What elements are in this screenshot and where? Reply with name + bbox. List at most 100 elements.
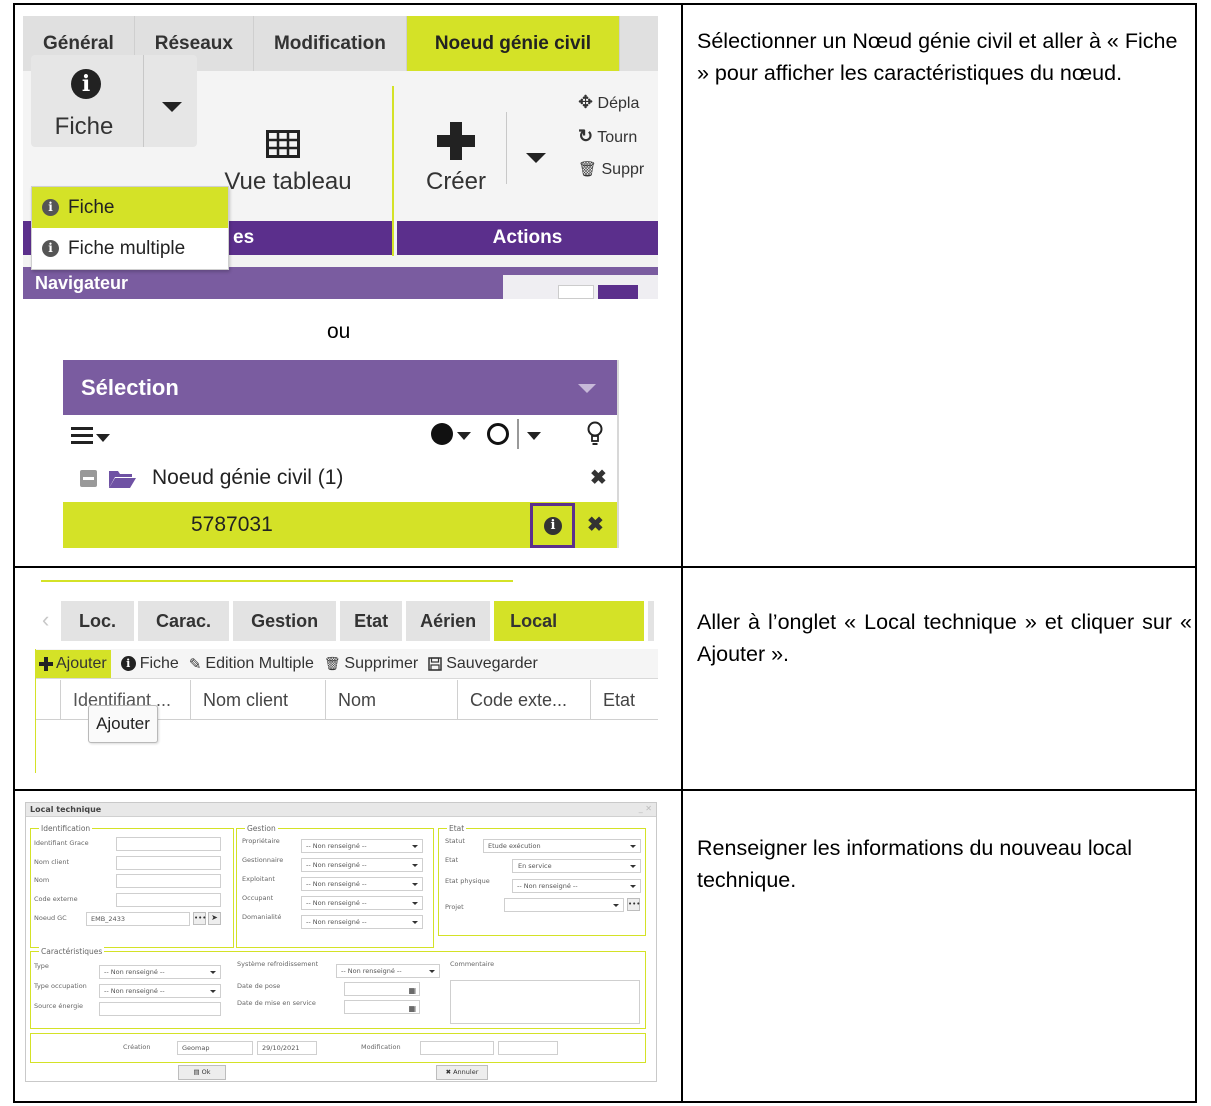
domanialite-select[interactable]: -- Non renseigné -- xyxy=(301,915,423,929)
gestionnaire-label: Gestionnaire xyxy=(242,856,284,864)
sauvegarder-button[interactable]: Sauvegarder xyxy=(428,655,538,673)
left-border xyxy=(35,649,36,773)
chevron-down-icon[interactable] xyxy=(96,434,110,442)
window-controls[interactable]: _ ✕ xyxy=(639,804,652,813)
tab-more[interactable] xyxy=(648,601,654,641)
creation-date-input[interactable]: 29/10/2021 xyxy=(257,1041,317,1055)
gestionnaire-select[interactable]: -- Non renseigné -- xyxy=(301,858,423,872)
delete-action[interactable]: 🗑 Suppr xyxy=(578,154,644,186)
column-code-externe[interactable]: Code exte... xyxy=(457,680,587,720)
chevron-left-icon[interactable]: ‹ xyxy=(42,607,49,633)
chevron-down-icon[interactable] xyxy=(527,432,541,440)
chevron-down-icon xyxy=(630,865,636,868)
pointer-icon[interactable]: ➤ xyxy=(208,912,221,925)
proprietaire-label: Propriétaire xyxy=(242,837,280,845)
date-pose-input[interactable]: ▦ xyxy=(344,982,420,996)
tab-modification[interactable]: Modification xyxy=(254,16,407,71)
audit-fieldset: Création Geomap 29/10/2021 Modification xyxy=(30,1033,646,1063)
statut-select[interactable]: Etude exécution xyxy=(483,839,641,853)
chevron-down-icon xyxy=(412,864,418,867)
tab-local-technique[interactable]: Local technique xyxy=(494,601,644,671)
trash-icon: 🗑 xyxy=(323,655,341,671)
gestion-legend: Gestion xyxy=(245,824,278,833)
filled-circle-icon[interactable] xyxy=(431,423,453,445)
collapse-icon[interactable] xyxy=(578,384,596,393)
plus-icon xyxy=(437,122,475,160)
separator-text: ou xyxy=(327,320,351,343)
edition-multiple-button[interactable]: ✎ Edition Multiple xyxy=(189,655,314,673)
calendar-icon[interactable]: ▦ xyxy=(408,1003,416,1013)
identifiant-grace-input[interactable] xyxy=(116,837,221,851)
type-select[interactable]: -- Non renseigné -- xyxy=(99,965,221,979)
chevron-down-icon xyxy=(210,971,216,974)
nom-client-input[interactable] xyxy=(116,856,221,870)
menu-item-fiche[interactable]: i Fiche xyxy=(32,187,228,228)
fiche-split-button[interactable]: i Fiche xyxy=(31,55,197,147)
creer-button[interactable]: Créer xyxy=(411,110,501,202)
tab-noeud-genie-civil[interactable]: Noeud génie civil xyxy=(406,16,621,71)
empty-circle-icon[interactable] xyxy=(487,423,509,445)
tab-carac[interactable]: Carac. xyxy=(138,601,230,641)
close-icon[interactable]: ✖ xyxy=(590,457,607,499)
proprietaire-select[interactable]: -- Non renseigné -- xyxy=(301,839,423,853)
noeud-gc-input[interactable]: EMB_2433 xyxy=(86,912,190,926)
menu-item-fiche-multiple[interactable]: i Fiche multiple xyxy=(32,228,228,269)
more-icon[interactable]: ••• xyxy=(627,898,640,911)
etat-physique-select[interactable]: -- Non renseigné -- xyxy=(512,879,641,893)
info-icon: i xyxy=(42,199,59,216)
chevron-down-icon[interactable] xyxy=(526,153,546,163)
column-nom[interactable]: Nom xyxy=(325,680,455,720)
systeme-refroidissement-select[interactable]: -- Non renseigné -- xyxy=(336,964,440,978)
fiche-dropdown-menu: i Fiche i Fiche multiple xyxy=(31,186,229,270)
save-icon: ▤ xyxy=(193,1068,200,1076)
close-icon[interactable]: ✖ xyxy=(587,502,604,548)
ajouter-button[interactable]: Ajouter xyxy=(35,649,111,678)
vue-tableau-button[interactable]: Vue tableau xyxy=(213,110,363,202)
info-icon: i xyxy=(544,517,562,535)
modification-date-input[interactable] xyxy=(498,1041,558,1055)
menu-icon[interactable] xyxy=(71,425,93,445)
folder-open-icon xyxy=(109,471,136,488)
lightbulb-icon[interactable] xyxy=(587,421,603,447)
date-mise-en-service-input[interactable]: ▦ xyxy=(344,1000,420,1014)
nom-client-label: Nom client xyxy=(34,858,70,866)
selection-group-row[interactable]: Noeud génie civil (1) ✖ xyxy=(63,457,617,499)
commentaire-textarea[interactable] xyxy=(450,980,640,1024)
nom-input[interactable] xyxy=(116,874,221,888)
chevron-down-icon[interactable] xyxy=(457,432,471,440)
tab-loc[interactable]: Loc. xyxy=(61,601,135,641)
column-nom-client[interactable]: Nom client xyxy=(190,680,320,720)
selection-item-row[interactable]: 5787031 i ✖ xyxy=(63,502,617,548)
supprimer-button[interactable]: 🗑 Supprimer xyxy=(324,655,418,673)
occupant-select[interactable]: -- Non renseigné -- xyxy=(301,896,423,910)
exploitant-select[interactable]: -- Non renseigné -- xyxy=(301,877,423,891)
date-pose-label: Date de pose xyxy=(237,982,281,990)
move-action[interactable]: ✥ Dépla xyxy=(578,86,644,120)
selection-header: Sélection xyxy=(63,360,617,415)
row-divider xyxy=(13,789,1197,791)
column-etat[interactable]: Etat xyxy=(590,680,658,720)
top-border xyxy=(41,580,513,582)
source-energie-input[interactable] xyxy=(99,1002,221,1016)
row-divider xyxy=(13,566,1197,568)
tab-aerien[interactable]: Aérien xyxy=(406,601,491,641)
collapse-box-icon[interactable] xyxy=(80,470,97,487)
fiche-button[interactable]: i Fiche xyxy=(120,655,179,673)
etat-select[interactable]: En service xyxy=(512,859,641,873)
type-occupation-select[interactable]: -- Non renseigné -- xyxy=(99,984,221,998)
ok-button[interactable]: ▤ Ok xyxy=(178,1065,226,1080)
projet-select[interactable] xyxy=(504,898,624,912)
chevron-down-icon[interactable] xyxy=(162,102,182,112)
date-mise-en-service-label: Date de mise en service xyxy=(237,999,316,1007)
more-icon[interactable]: ••• xyxy=(193,912,206,925)
tab-gestion[interactable]: Gestion xyxy=(233,601,337,641)
calendar-icon[interactable]: ▦ xyxy=(408,985,416,995)
rotate-action[interactable]: ↻ Tourn xyxy=(578,120,644,154)
annuler-button[interactable]: ✖ Annuler xyxy=(436,1065,488,1080)
modification-user-input[interactable] xyxy=(420,1041,494,1055)
code-externe-input[interactable] xyxy=(116,893,221,907)
group-label-actions: Actions xyxy=(397,221,658,255)
fiche-info-button[interactable]: i xyxy=(530,503,575,548)
creation-user-input[interactable]: Geomap xyxy=(177,1041,253,1055)
tab-etat[interactable]: Etat xyxy=(340,601,403,641)
